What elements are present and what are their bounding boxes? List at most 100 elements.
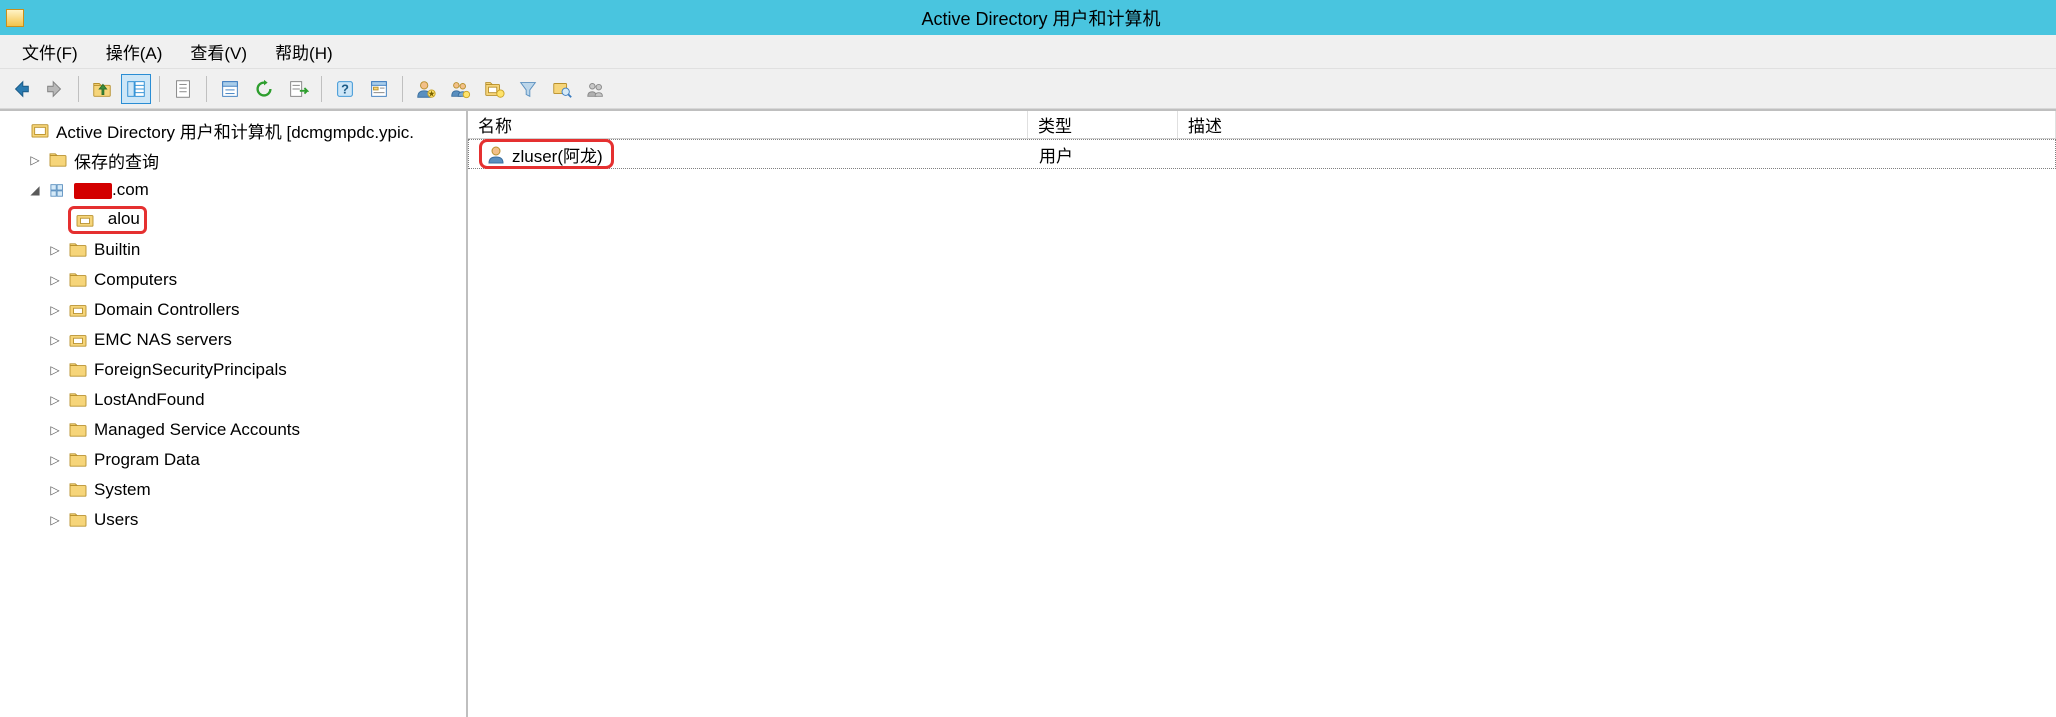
app-icon (6, 9, 24, 27)
tree-node-label: LostAndFound (94, 390, 205, 410)
tree-ou-alou[interactable]: ▷ alou (0, 205, 466, 235)
folder-icon (68, 360, 88, 380)
column-header-desc[interactable]: 描述 (1178, 111, 2056, 138)
show-hide-tree-icon (125, 78, 147, 100)
properties-list-button[interactable] (168, 74, 198, 104)
tree-foreign-security-principals[interactable]: ▷ ForeignSecurityPrincipals (0, 355, 466, 385)
toolbar-separator (206, 76, 207, 102)
tree-panel[interactable]: ▶ Active Directory 用户和计算机 [dcmgmpdc.ypic… (0, 111, 468, 717)
new-group-button[interactable] (445, 74, 475, 104)
back-arrow-icon (10, 78, 32, 100)
tree-emc-nas[interactable]: ▷ EMC NAS servers (0, 325, 466, 355)
cell-type: 用户 (1029, 140, 1179, 168)
list-header: 名称 类型 描述 (468, 111, 2056, 139)
tree-saved-queries[interactable]: ▷ 保存的查询 (0, 145, 466, 175)
tree-domain-controllers[interactable]: ▷ Domain Controllers (0, 295, 466, 325)
list-row[interactable]: zluser(阿龙) 用户 (468, 139, 2056, 169)
tree-system[interactable]: ▷ System (0, 475, 466, 505)
tree-domain[interactable]: ◢ .com (0, 175, 466, 205)
menu-action[interactable]: 操作(A) (92, 35, 177, 68)
tree-managed-service-accounts[interactable]: ▷ Managed Service Accounts (0, 415, 466, 445)
expander-icon[interactable]: ▷ (48, 513, 62, 527)
ou-icon (68, 330, 88, 350)
forward-button[interactable] (40, 74, 70, 104)
show-hide-tree-button[interactable] (121, 74, 151, 104)
tree-node-label: Program Data (94, 450, 200, 470)
titlebar: Active Directory 用户和计算机 (0, 0, 2056, 35)
properties-button[interactable] (364, 74, 394, 104)
mmc-root-icon (30, 120, 50, 140)
tree-node-label: Users (94, 510, 138, 530)
toolbar-separator (159, 76, 160, 102)
tree-node-label: Managed Service Accounts (94, 420, 300, 440)
tree-root[interactable]: ▶ Active Directory 用户和计算机 [dcmgmpdc.ypic… (0, 115, 466, 145)
folder-icon (68, 480, 88, 500)
properties-list-icon (172, 78, 194, 100)
column-header-name[interactable]: 名称 (468, 111, 1028, 138)
find-button[interactable] (547, 74, 577, 104)
tree-node-label: EMC NAS servers (94, 330, 232, 350)
expander-icon[interactable]: ▷ (48, 243, 62, 257)
svg-text:?: ? (341, 81, 349, 96)
menu-file[interactable]: 文件(F) (8, 35, 92, 68)
expander-icon[interactable]: ▷ (48, 483, 62, 497)
help-button[interactable]: ? (330, 74, 360, 104)
folder-icon (68, 420, 88, 440)
refresh-button[interactable] (249, 74, 279, 104)
tree-node-label: Builtin (94, 240, 140, 260)
new-ou-button[interactable] (479, 74, 509, 104)
tree-users[interactable]: ▷ Users (0, 505, 466, 535)
toolbar: ? ★ (0, 69, 2056, 109)
filter-icon (517, 78, 539, 100)
expander-icon[interactable]: ▷ (48, 273, 62, 287)
expander-icon[interactable]: ▷ (48, 303, 62, 317)
menubar: 文件(F) 操作(A) 查看(V) 帮助(H) (0, 35, 2056, 69)
new-ou-icon (483, 78, 505, 100)
column-header-type[interactable]: 类型 (1028, 111, 1178, 138)
tree-node-label: ForeignSecurityPrincipals (94, 360, 287, 380)
main-area: ▶ Active Directory 用户和计算机 [dcmgmpdc.ypic… (0, 109, 2056, 717)
menu-help[interactable]: 帮助(H) (261, 35, 347, 68)
expander-icon[interactable]: ▷ (28, 153, 42, 167)
up-level-button[interactable] (87, 74, 117, 104)
expander-icon[interactable]: ▷ (48, 423, 62, 437)
folder-icon (68, 450, 88, 470)
expander-icon[interactable]: ◢ (28, 183, 42, 197)
new-group-icon (449, 78, 471, 100)
toolbar-separator (402, 76, 403, 102)
ou-icon (68, 300, 88, 320)
expander-icon[interactable]: ▷ (48, 333, 62, 347)
list-body[interactable]: zluser(阿龙) 用户 (468, 139, 2056, 717)
highlight-box: zluser(阿龙) (479, 139, 614, 169)
new-user-button[interactable]: ★ (411, 74, 441, 104)
find-icon (551, 78, 573, 100)
export-list-icon (287, 78, 309, 100)
tree-node-label: .com (74, 180, 149, 200)
expander-icon[interactable]: ▷ (48, 453, 62, 467)
tree-root-label: Active Directory 用户和计算机 [dcmgmpdc.ypic. (56, 118, 414, 143)
add-to-group-button[interactable] (581, 74, 611, 104)
folder-icon (48, 150, 68, 170)
tree-builtin[interactable]: ▷ Builtin (0, 235, 466, 265)
expander-icon[interactable]: ▷ (48, 393, 62, 407)
folder-icon (68, 240, 88, 260)
highlight-box: alou (68, 206, 147, 234)
new-user-icon: ★ (415, 78, 437, 100)
window-title: Active Directory 用户和计算机 (32, 5, 2050, 31)
expander-icon[interactable]: ▷ (48, 363, 62, 377)
toolbar-separator (321, 76, 322, 102)
tree-node-label: System (94, 480, 151, 500)
folder-icon (68, 390, 88, 410)
cell-name: zluser(阿龙) (469, 140, 1029, 168)
filter-button[interactable] (513, 74, 543, 104)
tree-node-label: Domain Controllers (94, 300, 240, 320)
tree-lost-and-found[interactable]: ▷ LostAndFound (0, 385, 466, 415)
tree-program-data[interactable]: ▷ Program Data (0, 445, 466, 475)
menu-view[interactable]: 查看(V) (176, 35, 261, 68)
export-list-button[interactable] (283, 74, 313, 104)
tree-computers[interactable]: ▷ Computers (0, 265, 466, 295)
list-panel: 名称 类型 描述 zluser(阿龙) 用户 (468, 111, 2056, 717)
back-button[interactable] (6, 74, 36, 104)
svg-text:★: ★ (428, 89, 435, 98)
properties-sheet-button[interactable] (215, 74, 245, 104)
